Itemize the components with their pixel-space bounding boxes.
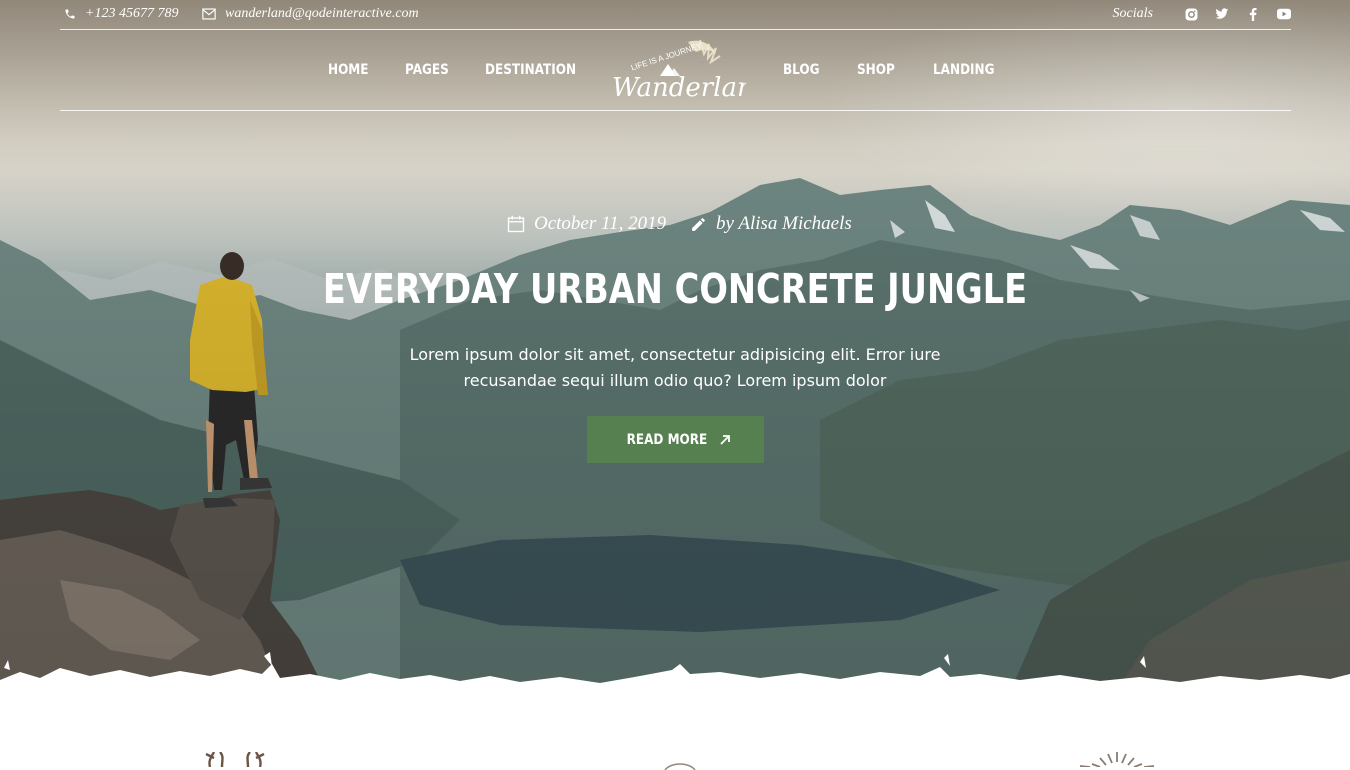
email-contact[interactable]: wanderland@qodeinteractive.com [202,6,419,22]
nav-item-destination[interactable]: DESTINATION [485,62,576,78]
phone-contact[interactable]: +123 45677 789 [64,6,178,22]
facebook-icon[interactable] [1246,7,1260,21]
pencil-icon [692,217,705,231]
calendar-icon [507,215,525,233]
phone-icon [65,9,75,19]
nav-item-landing[interactable]: LANDING [933,62,995,78]
socials-label: Socials [1112,6,1153,21]
sun-icon [1079,752,1155,767]
nav-item-home[interactable]: HOME [328,62,369,78]
twitter-icon[interactable] [1215,7,1229,21]
post-author-text: by Alisa Michaels [716,213,852,234]
post-excerpt: Lorem ipsum dolor sit amet, consectetur … [409,345,941,390]
nav-item-shop[interactable]: SHOP [857,62,895,78]
arrow-up-right-icon [720,434,731,445]
top-bar: +123 45677 789 wanderland@qodeinteractiv… [60,0,1291,30]
post-title[interactable]: EVERYDAY URBAN CONCRETE JUNGLE [122,265,1229,313]
nav-item-blog[interactable]: BLOG [783,62,820,78]
mail-icon [202,8,216,20]
post-date-text: October 11, 2019 [534,213,667,234]
logo-wordmark: Wanderland [612,73,746,103]
youtube-icon[interactable] [1277,7,1291,21]
phone-number: +123 45677 789 [85,6,179,21]
read-more-label: READ MORE [626,431,707,448]
hero-section: +123 45677 789 wanderland@qodeinteractiv… [0,0,1350,715]
site-logo[interactable]: LIFE IS A JOURNEY Wanderland [608,36,770,104]
compass-icon [664,763,696,770]
nav-item-pages[interactable]: PAGES [405,62,449,78]
socials-group: Socials [1113,6,1291,22]
feature-icons-row [0,740,1350,770]
antlers-icon [205,752,265,767]
instagram-icon[interactable] [1184,7,1198,21]
post-date[interactable]: October 11, 2019 [507,213,666,235]
main-navigation: HOME PAGES DESTINATION LIFE IS A JOURNEY… [60,30,1291,111]
post-author[interactable]: by Alisa Michaels [690,213,852,235]
read-more-button[interactable]: READ MORE [587,416,764,463]
email-address: wanderland@qodeinteractive.com [225,6,419,21]
brush-edge-divider [0,652,1350,715]
